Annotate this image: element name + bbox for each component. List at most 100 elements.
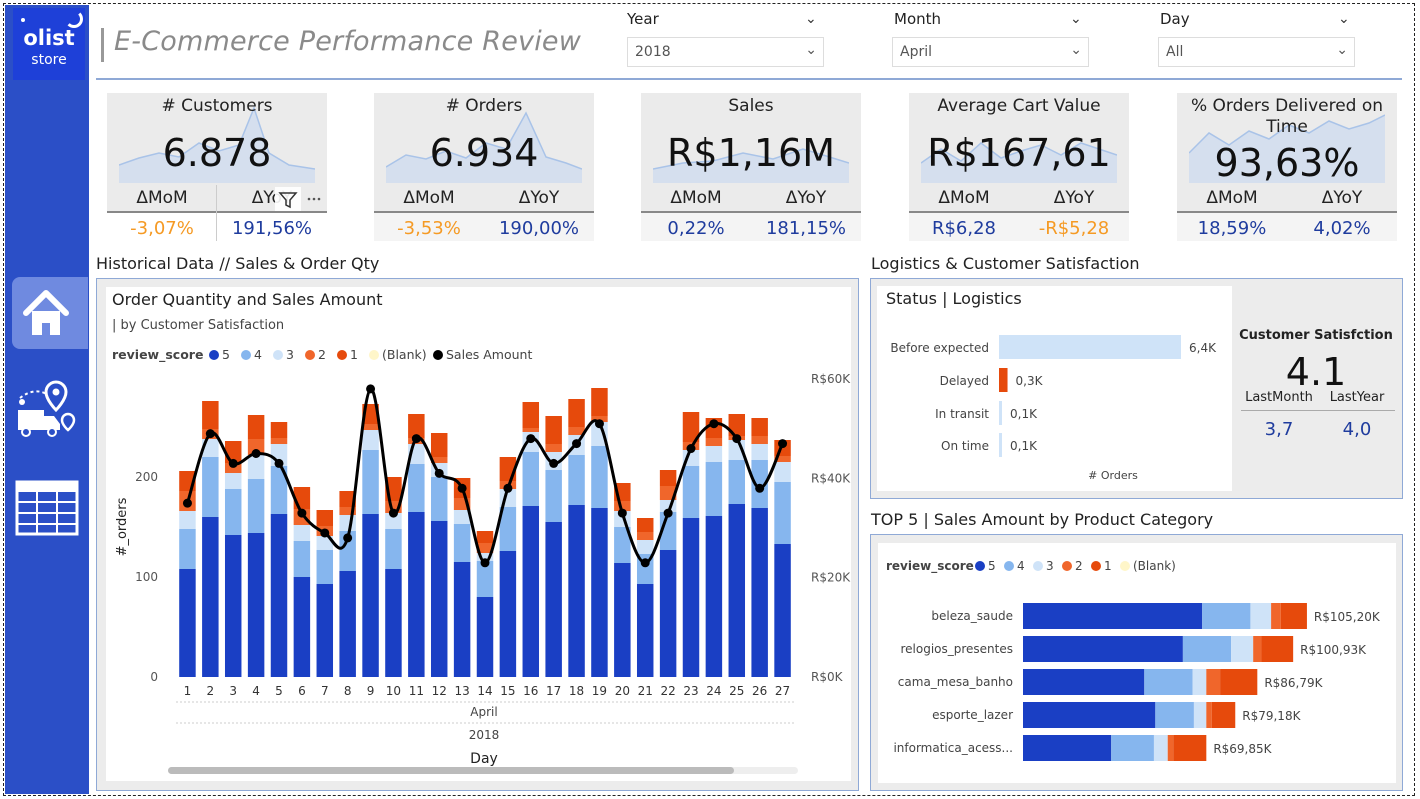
year-dropdown[interactable]: 2018 ⌄ [627,37,824,67]
bar-segment [774,544,791,677]
bar-segment [614,563,631,677]
sales-amount-point [572,439,582,449]
x-axis-tick-label: 19 [592,684,607,698]
bar-segment [682,466,700,518]
top5-bar-segment [1023,702,1156,728]
bar-segment [362,450,379,514]
x-axis-tick-label: 18 [569,684,584,698]
bar-segment [636,532,654,540]
bar-segment [430,521,448,677]
sales-amount-point [755,483,765,493]
title-accent-bar [101,28,104,62]
bar-segment [568,399,585,427]
horizontal-scrollbar-thumb[interactable] [168,767,734,774]
kpi-cell-divider [216,185,217,241]
bar-segment [476,531,494,543]
kpi-mom-label: ΔMoM [403,188,455,208]
top5-bar-segment [1193,702,1207,728]
bar-segment [705,516,723,677]
month-dropdown[interactable]: April ⌄ [892,37,1089,67]
bar-segment [522,402,540,428]
legend-label: 2 [1075,559,1083,573]
satisfaction-value: 4.1 [1285,350,1347,394]
chevron-down-icon[interactable]: ⌄ [1338,11,1350,27]
order-sales-chart-card[interactable]: Order Quantity and Sales Amount | by Cust… [106,287,851,781]
more-options-icon-dot [312,197,316,201]
x-axis-tick-label: 6 [298,684,306,698]
x-axis-tick-label: 3 [229,684,237,698]
top5-bar-segment [1023,636,1183,662]
logistics-panel: Status | Logistics Before expected 6,4K Del… [870,278,1403,499]
bar-segment [545,470,562,522]
kpi-card-top: Average Cart Value R$167,61 [909,93,1129,185]
y-axis-tick-label: 100 [135,570,158,584]
bar-segment [408,464,425,512]
bar-segment [774,462,791,482]
kpi-mom-label: ΔMoM [136,188,188,208]
y2-axis-tick-label: R$0K [811,670,844,684]
top5-category-label: cama_mesa_banho [898,675,1013,689]
bar-segment [293,525,311,541]
chevron-down-icon[interactable]: ⌄ [1070,11,1082,27]
page-title: E-Commerce Performance Review [114,26,581,57]
kpi-value: 6.934 [429,131,539,175]
sales-amount-point [297,508,307,518]
status-category-label: Before expected [890,341,989,355]
satisfaction-divider [1241,410,1395,411]
historical-section-title: Historical Data // Sales & Order Qty [96,254,380,273]
x-axis-tick-label: 27 [775,684,790,698]
x-axis-tick-label: 2 [207,684,215,698]
top5-bar-segment [1023,735,1112,761]
legend-label: Sales Amount [446,347,532,362]
status-value-label: 0,3K [1016,374,1044,388]
kpi-card[interactable]: % Orders Delivered on Time 93,63% ΔMoM Δ… [1177,93,1397,241]
kpi-yoy-value: -R$5,28 [1038,218,1110,239]
kpi-card-top: # Customers 6.878 [107,93,327,185]
kpi-delta-header: ΔMoM ΔYoY [374,185,594,213]
top5-bar-segment [1023,603,1203,629]
kpi-card[interactable]: # Orders 6.934 ΔMoM ΔYoY -3,53% 190,00% [374,93,594,241]
kpi-title: # Orders [445,96,523,116]
bar-segment [247,415,265,439]
top5-chart-card[interactable]: review_score 5 4 3 2 1 (Blank) beleza_saude R$10… [878,543,1396,783]
kpi-value: R$1,16M [667,131,835,175]
legend-marker [433,350,443,360]
bar-segment [247,533,265,677]
x-axis-tick-label: 5 [275,684,283,698]
kpi-yoy-label: ΔYoY [1053,188,1095,208]
bar-segment [682,518,700,677]
bar-segment [476,597,494,677]
x-axis-tick-label: 23 [683,684,698,698]
day-dropdown[interactable]: All ⌄ [1158,37,1355,67]
top5-bar-segment [1202,603,1251,629]
bar-segment [224,535,242,677]
nav-logistics-button[interactable] [12,376,88,448]
x-axis-tick-label: 25 [729,684,744,698]
bar-segment [705,462,723,516]
nav-table-button[interactable] [12,474,88,546]
kpi-card[interactable]: Sales R$1,16M ΔMoM ΔYoY 0,22% 181,15% [641,93,861,241]
bar-segment [591,508,608,677]
status-chart-title: Status | Logistics [886,289,1022,308]
chevron-down-icon[interactable]: ⌄ [805,11,817,27]
kpi-card-top: Sales R$1,16M [641,93,861,185]
bar-segment [362,424,379,430]
top5-bar-segment [1231,636,1254,662]
x-axis-month-label: April [470,705,497,719]
nav-home-button[interactable] [12,277,88,349]
bar-segment [362,514,379,677]
kpi-card[interactable]: Average Cart Value R$167,61 ΔMoM ΔYoY R$… [909,93,1129,241]
kpi-card[interactable]: # Customers 6.878 ΔMoM ΔYoY -3,07% 191,5… [107,93,327,241]
bar-segment [224,489,242,535]
bar-segment [202,457,219,517]
kpi-mom-value: 18,59% [1197,218,1267,239]
status-bar [999,433,1002,457]
chart-title: Order Quantity and Sales Amount [112,290,383,309]
sales-amount-point [686,444,696,454]
order-sales-chart: Order Quantity and Sales Amount | by Cust… [112,290,851,774]
status-logistics-card[interactable]: Status | Logistics Before expected 6,4K Del… [877,286,1232,491]
bar-segment [224,473,242,489]
more-options-icon[interactable] [307,197,311,201]
bar-segment [179,569,196,677]
bar-segment [705,446,723,462]
